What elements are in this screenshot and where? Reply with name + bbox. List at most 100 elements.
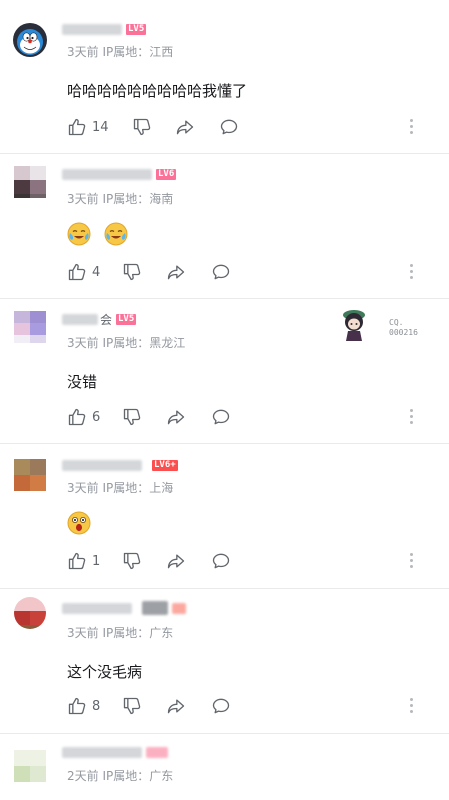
username[interactable] (62, 744, 168, 760)
laughing-crying-emoji-icon (67, 222, 91, 246)
like-count: 6 (92, 409, 101, 425)
share-button[interactable] (166, 261, 186, 283)
comment-meta: 3天前 IP属地：广东 (67, 626, 174, 640)
comment-content (67, 222, 136, 246)
more-icon[interactable] (410, 553, 414, 571)
level-badge: LV5 (126, 23, 147, 35)
username-blurred (62, 746, 142, 758)
more-icon[interactable] (410, 698, 414, 716)
avatar[interactable] (14, 597, 46, 629)
comment-meta: 3天前 IP属地：江西 (67, 45, 174, 59)
like-button[interactable]: 4 (67, 261, 100, 283)
dislike-icon (122, 407, 142, 427)
dislike-icon (122, 551, 142, 571)
level-badge: LV6+ (152, 459, 178, 471)
comment-item: LV6+ 3天前 IP属地：上海 1 (0, 444, 449, 589)
like-count: 1 (92, 553, 101, 569)
action-bar: 4 (67, 261, 437, 283)
like-count: 4 (92, 264, 101, 280)
comment-meta: 3天前 IP属地：海南 (67, 192, 174, 206)
username-blurred (62, 168, 152, 180)
reply-button[interactable] (211, 406, 231, 428)
comment-content: 没错 (67, 373, 98, 391)
like-count: 8 (92, 698, 101, 714)
level-badge-blurred (146, 746, 168, 758)
comment-item: LV5 3天前 IP属地：江西 哈哈哈哈哈哈哈哈哈我懂了 14 (0, 0, 449, 154)
dislike-icon (122, 696, 142, 716)
username[interactable]: 会 LV5 (62, 311, 137, 327)
more-icon[interactable] (410, 264, 414, 282)
like-button[interactable]: 14 (67, 116, 109, 138)
share-icon (166, 407, 186, 427)
like-icon (67, 407, 87, 427)
comment-content: 这个没毛病 (67, 663, 143, 681)
username[interactable]: LV5 (62, 21, 147, 37)
comment-item: 3天前 IP属地：广东 这个没毛病 8 (0, 589, 449, 734)
dislike-button[interactable] (122, 550, 142, 572)
avatar[interactable] (14, 311, 46, 343)
level-badge: LV6 (156, 168, 177, 180)
username[interactable]: LV6 (62, 166, 177, 182)
username-visible: 会 (100, 312, 113, 327)
username-blurred (62, 602, 132, 614)
share-button[interactable] (175, 116, 195, 138)
like-icon (67, 117, 87, 137)
doraemon-avatar-icon (13, 23, 47, 57)
reply-icon (211, 262, 231, 282)
like-button[interactable]: 8 (67, 695, 100, 717)
reply-button[interactable] (211, 261, 231, 283)
dislike-icon (132, 117, 152, 137)
avatar[interactable] (14, 166, 46, 198)
avatar[interactable] (13, 23, 47, 57)
level-badge-blurred (172, 602, 186, 614)
comment-content: 哈哈哈哈哈哈哈哈哈我懂了 (67, 82, 248, 100)
share-icon (166, 696, 186, 716)
like-button[interactable]: 1 (67, 550, 100, 572)
like-icon (67, 551, 87, 571)
username-blurred (142, 601, 168, 615)
comment-item: LV6 3天前 IP属地：海南 4 (0, 154, 449, 299)
like-button[interactable]: 6 (67, 406, 100, 428)
share-button[interactable] (166, 695, 186, 717)
pixelated-avatar-icon (14, 311, 46, 343)
more-icon[interactable] (410, 119, 414, 137)
dislike-button[interactable] (122, 406, 142, 428)
reply-icon (211, 696, 231, 716)
like-count: 14 (92, 119, 109, 135)
avatar[interactable] (14, 750, 46, 782)
reply-button[interactable] (219, 116, 239, 138)
comment-meta: 3天前 IP属地：黑龙江 (67, 336, 186, 350)
share-icon (175, 117, 195, 137)
comment-meta: 2天前 IP属地：广东 (67, 769, 174, 783)
reply-icon (211, 551, 231, 571)
fan-badge-text: CQ. 000216 (389, 318, 418, 337)
dislike-button[interactable] (122, 261, 142, 283)
username[interactable] (62, 600, 186, 616)
reply-button[interactable] (211, 695, 231, 717)
dislike-button[interactable] (132, 116, 152, 138)
username-blurred (62, 313, 98, 325)
pixelated-avatar-icon (14, 597, 46, 629)
dislike-icon (122, 262, 142, 282)
dislike-button[interactable] (122, 695, 142, 717)
comment-item: 会 LV5 CQ. 000216 3天前 IP属地：黑龙江 没错 6 (0, 299, 449, 444)
action-bar: 6 (67, 406, 437, 428)
fan-badge-character-icon (343, 310, 365, 341)
share-icon (166, 262, 186, 282)
pixelated-avatar-icon (14, 750, 46, 782)
comment-item: 2天前 IP属地：广东 (0, 734, 449, 800)
pixelated-avatar-icon (14, 459, 46, 491)
username-blurred (62, 23, 122, 35)
action-bar: 14 (67, 116, 437, 138)
avatar[interactable] (14, 459, 46, 491)
level-badge: LV5 (116, 313, 137, 325)
more-icon[interactable] (410, 409, 414, 427)
like-icon (67, 696, 87, 716)
reply-icon (219, 117, 239, 137)
username[interactable]: LV6+ (62, 457, 178, 473)
reply-button[interactable] (211, 550, 231, 572)
share-button[interactable] (166, 406, 186, 428)
share-button[interactable] (166, 550, 186, 572)
surprised-emoji-icon (67, 511, 91, 535)
action-bar: 1 (67, 550, 437, 572)
